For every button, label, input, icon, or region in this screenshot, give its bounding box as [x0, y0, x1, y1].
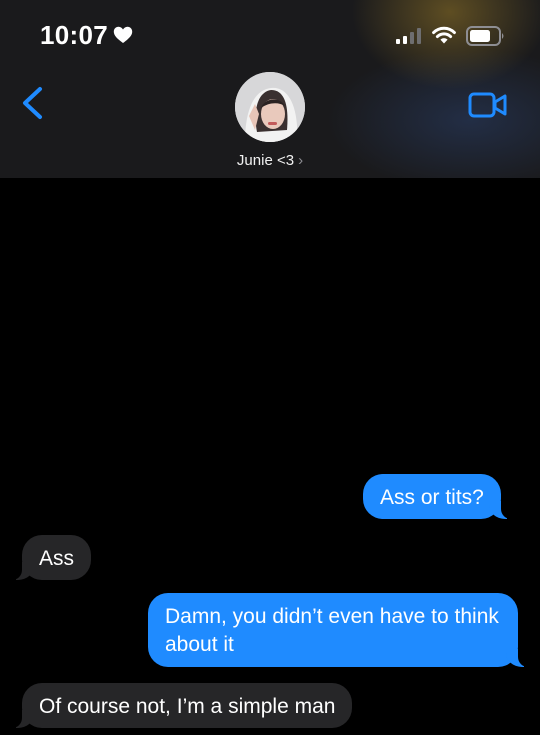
avatar-image — [235, 72, 305, 142]
message-text: Damn, you didn’t even have to think abou… — [165, 605, 499, 656]
message-text: Ass or tits? — [380, 486, 484, 509]
message-bubble-received[interactable]: Of course not, I’m a simple man — [7, 683, 353, 728]
contact-name-label: Junie <3 — [236, 152, 295, 169]
message-text: Of course not, I’m a simple man — [39, 695, 336, 718]
message-bubble-sent[interactable]: Damn, you didn’t even have to think abou… — [148, 593, 532, 667]
message-bubble-received[interactable]: Ass — [7, 535, 92, 580]
message-text: Ass — [39, 547, 75, 570]
contact-avatar[interactable] — [235, 72, 305, 142]
signal-icon — [396, 28, 421, 44]
video-camera-icon[interactable] — [468, 92, 508, 118]
chevron-right-icon: › — [298, 152, 304, 169]
message-bubble-sent[interactable]: Ass or tits? — [363, 474, 515, 519]
back-chevron-icon[interactable] — [20, 86, 44, 120]
battery-icon — [466, 26, 504, 46]
conversation-header: 10:07 Junie <3 › — [0, 0, 540, 178]
heart-icon — [113, 26, 133, 43]
contact-name[interactable]: Junie <3 › — [0, 152, 540, 169]
wifi-icon — [432, 26, 456, 44]
status-time: 10:07 — [40, 20, 108, 50]
